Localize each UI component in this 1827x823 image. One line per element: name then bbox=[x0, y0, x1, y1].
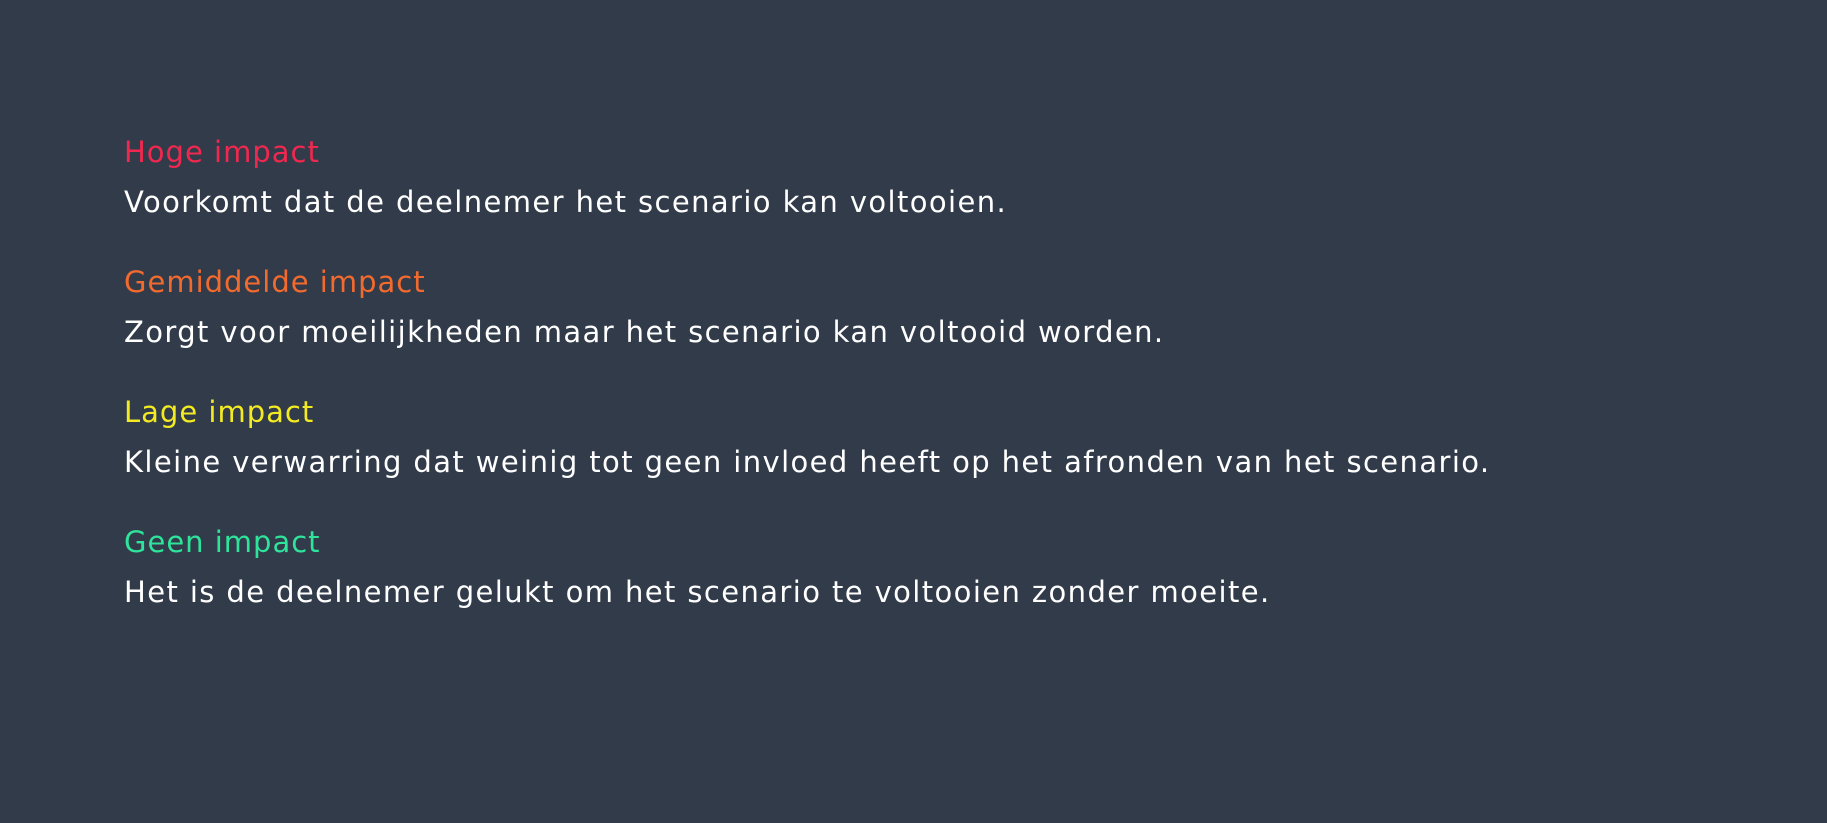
impact-item-high: Hoge impact Voorkomt dat de deelnemer he… bbox=[124, 130, 1491, 230]
impact-title: Lage impact bbox=[124, 395, 315, 429]
impact-legend: Hoge impact Voorkomt dat de deelnemer he… bbox=[124, 130, 1491, 650]
impact-description: Zorgt voor moeilijkheden maar het scenar… bbox=[124, 315, 1165, 349]
impact-description: Het is de deelnemer gelukt om het scenar… bbox=[124, 575, 1271, 609]
impact-item-low: Lage impact Kleine verwarring dat weinig… bbox=[124, 390, 1491, 490]
impact-title: Gemiddelde impact bbox=[124, 265, 426, 299]
impact-description: Voorkomt dat de deelnemer het scenario k… bbox=[124, 185, 1008, 219]
impact-description: Kleine verwarring dat weinig tot geen in… bbox=[124, 445, 1491, 479]
impact-item-none: Geen impact Het is de deelnemer gelukt o… bbox=[124, 520, 1491, 620]
impact-item-medium: Gemiddelde impact Zorgt voor moeilijkhed… bbox=[124, 260, 1491, 360]
impact-title: Geen impact bbox=[124, 525, 321, 559]
impact-title: Hoge impact bbox=[124, 135, 320, 169]
